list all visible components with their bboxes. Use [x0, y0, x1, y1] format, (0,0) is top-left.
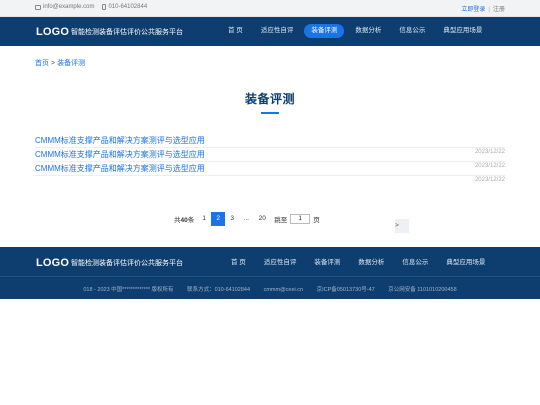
footer-site-name: 智能检测装备评估评价公共服务平台 [71, 260, 183, 267]
contact-phone: 010-64102844 [108, 4, 148, 10]
nav-item-home[interactable]: 首 页 [221, 24, 250, 38]
footer-nav-data-analysis[interactable]: 数据分析 [351, 256, 391, 266]
list-item-title[interactable]: CMMM标准支撑产品和解决方案测评与选型应用 [35, 163, 205, 174]
footer-nav: 首 页 适应性自评 装备评测 数据分析 信息公示 典型应用场景 [224, 256, 496, 266]
list-item-title[interactable]: CMMM标准支撑产品和解决方案测评与选型应用 [35, 149, 205, 160]
login-link[interactable]: 立即登录 [461, 7, 485, 13]
nav-item-announcements[interactable]: 信息公示 [392, 24, 432, 38]
page-jump: 跳至 1 页 [274, 214, 320, 224]
contact-info: info@example.com 010-64102844 [35, 4, 147, 10]
footer-logo[interactable]: LOGO [36, 257, 69, 269]
jump-suffix: 页 [313, 217, 320, 224]
list-item[interactable]: CMMM标准支撑产品和解决方案测评与选型应用 2023/12/22 [35, 134, 505, 155]
pagination: 共40条 < 1 2 3 ... 20 > 跳至 1 页 [174, 212, 409, 233]
top-bar: info@example.com 010-64102844 立即登录 | 注册 [0, 0, 540, 17]
main-header: LOGO 智能检测装备评估评价公共服务平台 首 页 适应性自评 装备评测 数据分… [0, 17, 540, 46]
breadcrumb: 首页 > 装备评测 [35, 58, 85, 68]
footer-nav-home[interactable]: 首 页 [224, 256, 253, 266]
auth-links: 立即登录 | 注册 [461, 4, 505, 13]
footer-email: cmmm@ceei.cn [263, 287, 304, 293]
footer: LOGO 智能检测装备评估评价公共服务平台 首 页 适应性自评 装备评测 数据分… [0, 247, 540, 299]
footer-copyright: 018 - 2023 中国************* 版权所有 [83, 287, 174, 293]
list-item[interactable]: CMMM标准支撑产品和解决方案测评与选型应用 2023/12/22 [35, 148, 505, 169]
main-nav: 首 页 适应性自评 装备评测 数据分析 信息公示 典型应用场景 [221, 24, 493, 38]
page-title: 装备评测 [244, 92, 295, 106]
breadcrumb-current[interactable]: 装备评测 [57, 60, 85, 67]
list-item[interactable]: CMMM标准支撑产品和解决方案测评与选型应用 2023/12/22 [35, 162, 505, 183]
pagination-total: 共40条 [174, 214, 194, 224]
footer-nav-announcements[interactable]: 信息公示 [395, 256, 435, 266]
total-suffix: 条 [187, 217, 195, 224]
footer-icp[interactable]: 京ICP备05013730号-47 [317, 287, 375, 293]
footer-nav-application-scenarios[interactable]: 典型应用场景 [439, 256, 492, 266]
footer-info: 018 - 2023 中国************* 版权所有 联系方式：010… [0, 285, 540, 293]
breadcrumb-home[interactable]: 首页 [35, 60, 49, 67]
mail-icon [35, 4, 41, 10]
title-underline [261, 112, 279, 114]
contact-email: info@example.com [43, 4, 95, 10]
footer-divider [0, 276, 540, 277]
nav-item-self-assessment[interactable]: 适应性自评 [254, 24, 301, 38]
nav-item-application-scenarios[interactable]: 典型应用场景 [436, 24, 489, 38]
next-page-button[interactable]: > [395, 219, 409, 233]
article-list: CMMM标准支撑产品和解决方案测评与选型应用 2023/12/22 CMMM标准… [35, 134, 505, 183]
jump-label: 跳至 [274, 217, 288, 224]
footer-contact: 联系方式：010-64102844 [187, 287, 251, 293]
phone-icon [102, 4, 107, 10]
page-button-3[interactable]: 3 [225, 212, 239, 226]
nav-item-data-analysis[interactable]: 数据分析 [348, 24, 388, 38]
breadcrumb-separator: > [51, 60, 56, 67]
footer-police-record[interactable]: 京公网安备 1101010200458 [388, 287, 456, 293]
footer-nav-self-assessment[interactable]: 适应性自评 [257, 256, 304, 266]
footer-nav-equipment-evaluation[interactable]: 装备评测 [307, 256, 347, 266]
site-name: 智能检测装备评估评价公共服务平台 [71, 29, 183, 36]
page-button-1[interactable]: 1 [197, 212, 211, 226]
auth-separator: | [488, 7, 490, 13]
nav-item-equipment-evaluation[interactable]: 装备评测 [304, 24, 345, 38]
page-ellipsis: ... [243, 215, 249, 222]
logo[interactable]: LOGO [36, 26, 69, 38]
page-button-20[interactable]: 20 [253, 212, 271, 226]
register-link[interactable]: 注册 [493, 7, 505, 13]
total-count: 40 [180, 217, 188, 224]
list-item-date: 2023/12/22 [474, 177, 505, 183]
list-item-title[interactable]: CMMM标准支撑产品和解决方案测评与选型应用 [35, 135, 205, 146]
page-button-2[interactable]: 2 [211, 212, 226, 226]
jump-page-input[interactable]: 1 [290, 214, 311, 224]
